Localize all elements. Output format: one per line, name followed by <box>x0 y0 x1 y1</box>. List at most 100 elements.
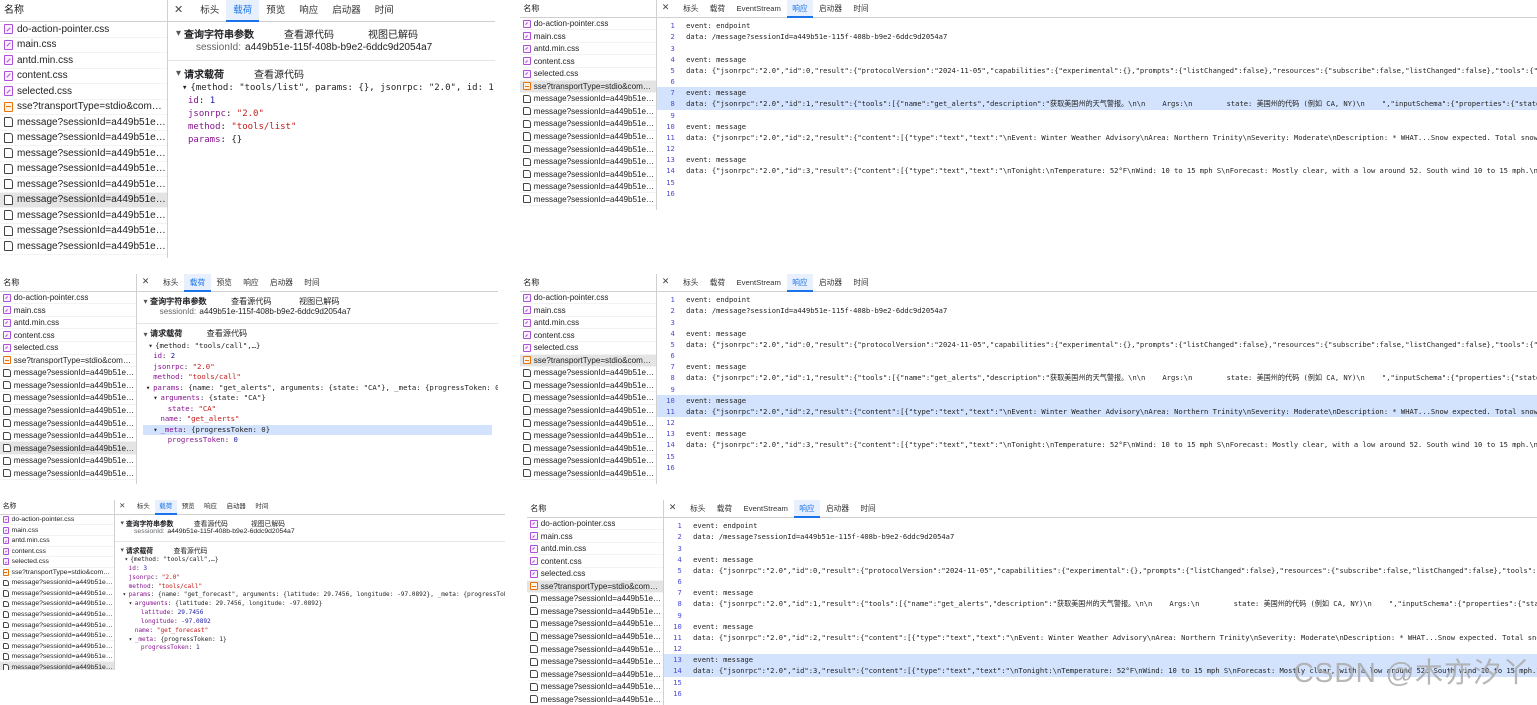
request-row[interactable]: message?sessionId=a449b51e-11... <box>527 681 663 694</box>
close-icon[interactable]: ✕ <box>662 0 669 17</box>
request-row[interactable]: message?sessionId=a449b51e-11... <box>0 392 136 405</box>
request-row[interactable]: message?sessionId=a449b51e-11... <box>527 693 663 705</box>
request-row[interactable]: antd.min.css <box>0 317 136 330</box>
request-row[interactable]: message?sessionId=a449b51e-11... <box>0 652 114 663</box>
tab-4[interactable]: 启动器 <box>222 500 251 514</box>
request-row[interactable]: antd.min.css <box>0 536 114 547</box>
name-column-header[interactable]: 名称 <box>0 0 167 22</box>
tab-5[interactable]: 时间 <box>855 500 882 517</box>
request-row[interactable]: selected.css <box>0 342 136 355</box>
tab-3[interactable]: 响应 <box>292 0 325 21</box>
request-row[interactable]: message?sessionId=a449b51e-11... <box>520 106 656 119</box>
payload-field[interactable]: ▾ arguments: {latitude: 29.7456, longitud… <box>120 600 499 609</box>
tab-2[interactable]: 预览 <box>211 274 238 291</box>
request-row[interactable]: message?sessionId=a449b51e-11... <box>0 641 114 652</box>
request-row[interactable]: content.css <box>527 555 663 568</box>
request-row[interactable]: message?sessionId=a449b51e-11... <box>520 367 656 380</box>
payload-field[interactable]: ▾ _meta: {progressToken: 0} <box>143 424 492 436</box>
payload-summary[interactable]: ▾ {method: "tools/call",…} <box>148 341 491 352</box>
tab-4[interactable]: 启动器 <box>813 0 847 17</box>
close-icon[interactable]: ✕ <box>119 500 125 514</box>
close-icon[interactable]: ✕ <box>174 0 183 21</box>
request-row[interactable]: message?sessionId=a449b51e-11... <box>0 239 167 255</box>
name-column-header[interactable]: 名称 <box>0 274 136 292</box>
request-row[interactable]: content.css <box>0 69 167 84</box>
request-row[interactable]: message?sessionId=a449b51e-11... <box>520 380 656 393</box>
request-row[interactable]: message?sessionId=a449b51e-11... <box>520 193 656 207</box>
request-row[interactable]: message?sessionId=a449b51e-11... <box>520 156 656 169</box>
request-row[interactable]: message?sessionId=a449b51e-11... <box>520 442 656 455</box>
request-row[interactable]: message?sessionId=a449b51e-11... <box>520 143 656 156</box>
tab-5[interactable]: 时间 <box>848 0 875 17</box>
request-row[interactable]: selected.css <box>0 557 114 568</box>
tab-5[interactable]: 时间 <box>848 274 875 291</box>
tab-4[interactable]: 启动器 <box>264 274 298 291</box>
request-row[interactable]: message?sessionId=a449b51e-11... <box>520 168 656 181</box>
request-row[interactable]: message?sessionId=a449b51e-11... <box>0 192 167 208</box>
tab-2[interactable]: EventStream <box>731 0 787 17</box>
tab-2[interactable]: 预览 <box>259 0 292 21</box>
payload-summary[interactable]: ▾ {method: "tools/list", params: {}, json… <box>182 82 495 95</box>
request-row[interactable]: message?sessionId=a449b51e-11... <box>0 610 114 621</box>
tab-4[interactable]: 启动器 <box>325 0 368 21</box>
tab-0[interactable]: 标头 <box>677 274 704 291</box>
tab-5[interactable]: 时间 <box>299 274 326 291</box>
tab-3[interactable]: 响应 <box>786 274 814 292</box>
request-row[interactable]: message?sessionId=a449b51e-11... <box>0 662 114 670</box>
request-row[interactable]: message?sessionId=a449b51e-11... <box>0 224 167 239</box>
request-row[interactable]: main.css <box>520 304 656 317</box>
request-row[interactable]: message?sessionId=a449b51e-11... <box>527 606 663 619</box>
request-row[interactable]: main.css <box>520 30 656 43</box>
query-params-section[interactable]: ▾ 查询字符串参数 查看源代码 视图已解码 <box>143 295 491 307</box>
request-row[interactable]: sse?transportType=stdio&comma... <box>520 354 656 368</box>
close-icon[interactable]: ✕ <box>142 274 149 291</box>
tab-2[interactable]: EventStream <box>738 500 794 517</box>
request-row[interactable]: message?sessionId=a449b51e-11... <box>0 620 114 631</box>
request-row[interactable]: sse?transportType=stdio&comma... <box>527 580 663 594</box>
request-payload-section[interactable]: ▾ 请求载荷 查看源代码 <box>120 544 499 556</box>
tab-1[interactable]: 载荷 <box>711 500 738 517</box>
request-row[interactable]: main.css <box>0 525 114 537</box>
request-row[interactable]: message?sessionId=a449b51e-11... <box>0 455 136 468</box>
request-row[interactable]: message?sessionId=a449b51e-11... <box>0 589 114 600</box>
request-row[interactable]: message?sessionId=a449b51e-11... <box>0 146 167 162</box>
request-row[interactable]: message?sessionId=a449b51e-11... <box>520 430 656 443</box>
tab-0[interactable]: 标头 <box>193 0 226 21</box>
request-row[interactable]: message?sessionId=a449b51e-11... <box>520 118 656 131</box>
request-row[interactable]: message?sessionId=a449b51e-11... <box>520 181 656 194</box>
view-decoded-link[interactable]: 视图已解码 <box>299 296 339 307</box>
request-payload-section[interactable]: ▾ 请求载荷 查看源代码 <box>176 65 487 82</box>
close-icon[interactable]: ✕ <box>669 500 676 517</box>
request-row[interactable]: selected.css <box>520 342 656 355</box>
request-row[interactable]: message?sessionId=a449b51e-11... <box>520 93 656 106</box>
tab-3[interactable]: 响应 <box>199 500 221 514</box>
request-row[interactable]: content.css <box>520 55 656 68</box>
request-row[interactable]: selected.css <box>520 68 656 81</box>
tab-3[interactable]: 响应 <box>793 500 821 518</box>
tab-1[interactable]: 载荷 <box>184 274 211 292</box>
request-row[interactable]: content.css <box>0 329 136 342</box>
query-params-section[interactable]: ▾ 查询字符串参数 查看源代码 视图已解码 <box>176 26 487 41</box>
request-row[interactable]: message?sessionId=a449b51e-11... <box>0 208 167 224</box>
request-row[interactable]: message?sessionId=a449b51e-11... <box>0 442 136 455</box>
tab-3[interactable]: 响应 <box>786 0 814 18</box>
payload-field[interactable]: ▾ params: {name: "get_forecast", argument… <box>120 591 505 600</box>
request-row[interactable]: message?sessionId=a449b51e-11... <box>520 417 656 430</box>
request-row[interactable]: message?sessionId=a449b51e-11... <box>0 599 114 610</box>
payload-summary[interactable]: ▾ {method: "tools/call",…} <box>125 556 500 565</box>
request-row[interactable]: antd.min.css <box>520 43 656 56</box>
tab-4[interactable]: 启动器 <box>820 500 854 517</box>
request-row[interactable]: message?sessionId=a449b51e-11... <box>0 131 167 146</box>
request-row[interactable]: message?sessionId=a449b51e-11... <box>520 131 656 144</box>
close-icon[interactable]: ✕ <box>662 274 669 291</box>
request-row[interactable]: message?sessionId=a449b51e-11... <box>520 455 656 468</box>
tab-1[interactable]: 载荷 <box>226 0 260 22</box>
tab-1[interactable]: 载荷 <box>704 274 731 291</box>
payload-field[interactable]: ▾ arguments: {state: "CA"} <box>143 393 491 404</box>
request-row[interactable]: antd.min.css <box>527 543 663 556</box>
view-decoded-link[interactable]: 视图已解码 <box>368 26 418 41</box>
tab-0[interactable]: 标头 <box>684 500 711 517</box>
request-row[interactable]: selected.css <box>527 568 663 581</box>
view-decoded-link[interactable]: 视图已解码 <box>251 518 285 528</box>
request-row[interactable]: message?sessionId=a449b51e-11... <box>0 430 136 443</box>
